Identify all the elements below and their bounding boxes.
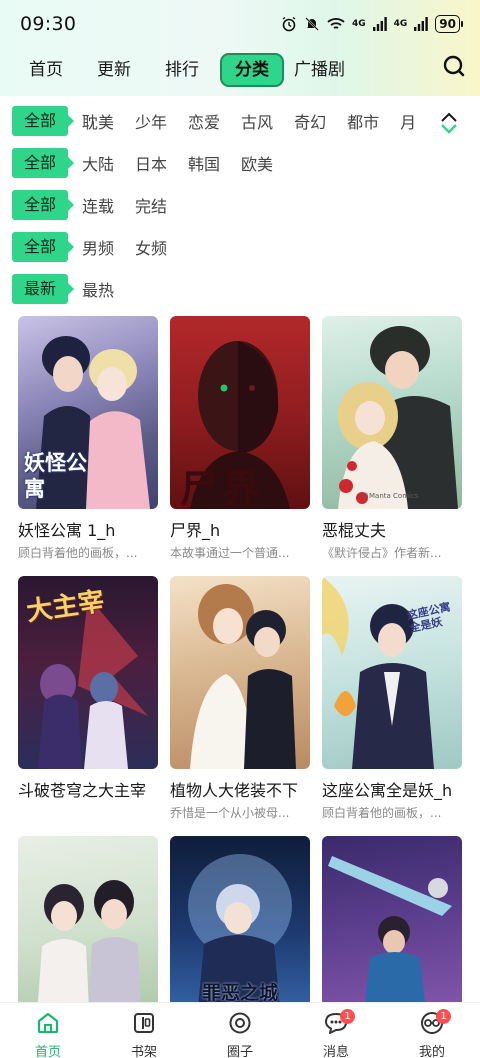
comic-description: 《默许侵占》作者新...: [322, 546, 442, 560]
filter-option[interactable]: 都市: [347, 109, 379, 133]
expand-collapse-icon[interactable]: [432, 108, 466, 138]
bottom-nav-label: 我的: [418, 1045, 445, 1058]
status-bar: 09:30 4G 4G 90: [0, 0, 480, 48]
comic-title[interactable]: 妖怪公寓 1_h: [18, 517, 158, 541]
filter-option[interactable]: 月: [400, 109, 416, 133]
comic-cover[interactable]: 这座公寓全是妖: [322, 576, 462, 769]
mute-bell-icon: [304, 16, 320, 32]
filter-status-all[interactable]: 全部: [12, 190, 74, 220]
bottom-nav-messages[interactable]: 1 消息: [288, 1003, 384, 1058]
filter-option[interactable]: 古风: [241, 109, 273, 133]
filter-row-status: 全部 连载 完结: [12, 189, 175, 221]
cover-title-text: 妖怪公寓: [24, 450, 87, 501]
comic-cover[interactable]: 妖怪公寓: [18, 316, 158, 509]
alarm-icon: [281, 16, 297, 32]
filter-row-genre: 全部 耽美 少年 恋爱 古风 奇幻 都市 月: [12, 105, 424, 137]
filter-region-all[interactable]: 全部: [12, 148, 74, 178]
comic-title[interactable]: 斗破苍穹之大主宰: [18, 777, 158, 801]
sort-option[interactable]: 最热: [82, 277, 114, 301]
bottom-nav-label: 书架: [130, 1045, 157, 1058]
comic-title[interactable]: 尸界_h: [170, 517, 310, 541]
filter-option[interactable]: 大陆: [82, 151, 114, 175]
comic-cover[interactable]: [170, 576, 310, 769]
battery-indicator: 90: [435, 15, 463, 33]
signal-label-1: 4G: [351, 19, 366, 29]
home-icon: [36, 1011, 60, 1039]
filter-option[interactable]: 日本: [135, 151, 167, 175]
profile-badge: 1: [436, 1009, 451, 1024]
filter-row-region: 全部 大陆 日本 韩国 欧美: [12, 147, 281, 179]
filter-option[interactable]: 女频: [135, 235, 167, 259]
comic-description: 顾白背着他的画板，...: [322, 806, 442, 820]
comic-cover[interactable]: 罪恶之城: [170, 836, 310, 1029]
comic-title[interactable]: 植物人大佬装不下: [170, 777, 310, 801]
comic-card[interactable]: 妖怪公寓 妖怪公寓 1_h 顾白背着他的画板，...: [18, 316, 158, 561]
comic-description: 本故事通过一个普通...: [170, 546, 290, 560]
bottom-nav-label: 首页: [34, 1045, 61, 1058]
comic-title[interactable]: 这座公寓全是妖_h: [322, 777, 462, 801]
comic-card[interactable]: 大主宰 斗破苍穹之大主宰: [18, 576, 158, 804]
comic-card[interactable]: ©Manta Comics 恶棍丈夫 《默许侵占》作者新...: [322, 316, 462, 561]
category-filters: 全部 耽美 少年 恋爱 古风 奇幻 都市 月 全部 大陆 日本 韩国 欧美 全部…: [0, 96, 480, 311]
bottom-nav-label: 圈子: [226, 1045, 253, 1058]
comic-cover[interactable]: [322, 836, 462, 1029]
status-icons: 4G 4G 90: [281, 15, 463, 33]
filter-option[interactable]: 完结: [135, 193, 167, 217]
tab-radio-drama[interactable]: 广播剧: [288, 54, 362, 86]
filter-option[interactable]: 欧美: [241, 151, 273, 175]
comic-card[interactable]: 这座公寓全是妖 这座公寓全是妖_h 顾白背着他的画板，...: [322, 576, 462, 821]
tab-home[interactable]: 首页: [12, 54, 80, 86]
filter-option[interactable]: 少年: [135, 109, 167, 133]
bottom-nav-profile[interactable]: 1 我的: [384, 1003, 480, 1058]
filter-row-sort: 最新 最热: [12, 273, 122, 305]
filter-option[interactable]: 奇幻: [294, 109, 326, 133]
search-icon[interactable]: [440, 52, 468, 80]
cover-title-text: ©Manta Comics: [362, 492, 419, 500]
wifi-icon: [327, 17, 345, 31]
bottom-nav-label: 消息: [322, 1045, 349, 1058]
comic-card[interactable]: 尸界 尸界_h 本故事通过一个普通...: [170, 316, 310, 561]
comic-description: 乔惜是一个从小被母...: [170, 806, 290, 820]
bottom-nav-bookshelf[interactable]: 书架: [96, 1003, 192, 1058]
comic-card[interactable]: 植物人大佬装不下 乔惜是一个从小被母...: [170, 576, 310, 821]
signal-bars-icon: [372, 17, 387, 31]
tab-category[interactable]: 分类: [220, 53, 284, 87]
filter-option[interactable]: 恋爱: [188, 109, 220, 133]
status-time: 09:30: [20, 13, 77, 35]
filter-option[interactable]: 男频: [82, 235, 114, 259]
filter-genre-all[interactable]: 全部: [12, 106, 74, 136]
comic-title[interactable]: 恶棍丈夫: [322, 517, 462, 541]
comic-description: 顾白背着他的画板，...: [18, 546, 138, 560]
cover-title-text: 罪恶之城: [202, 982, 279, 1004]
tab-updates[interactable]: 更新: [80, 54, 148, 86]
bookshelf-icon: [132, 1011, 156, 1039]
top-nav: 首页 更新 排行 分类 广播剧: [0, 48, 480, 92]
signal-label-2: 4G: [393, 19, 408, 29]
comic-cover[interactable]: [18, 836, 158, 1029]
filter-row-audience: 全部 男频 女频: [12, 231, 175, 263]
sort-latest[interactable]: 最新: [12, 274, 74, 304]
comic-cover[interactable]: 尸界: [170, 316, 310, 509]
filter-option[interactable]: 耽美: [82, 109, 114, 133]
filter-audience-all[interactable]: 全部: [12, 232, 74, 262]
signal-bars-icon: [414, 17, 429, 31]
bottom-nav-home[interactable]: 首页: [0, 1003, 96, 1058]
cover-title-text: 尸界: [180, 466, 265, 509]
message-badge: 1: [340, 1009, 355, 1024]
filter-option[interactable]: 韩国: [188, 151, 220, 175]
circle-icon: [228, 1011, 252, 1039]
comic-cover[interactable]: 大主宰: [18, 576, 158, 769]
tab-ranking[interactable]: 排行: [148, 54, 216, 86]
filter-option[interactable]: 连载: [82, 193, 114, 217]
bottom-nav: 首页 书架 圈子 1 消息 1 我的: [0, 1002, 480, 1058]
bottom-nav-circle[interactable]: 圈子: [192, 1003, 288, 1058]
comic-cover[interactable]: ©Manta Comics: [322, 316, 462, 509]
